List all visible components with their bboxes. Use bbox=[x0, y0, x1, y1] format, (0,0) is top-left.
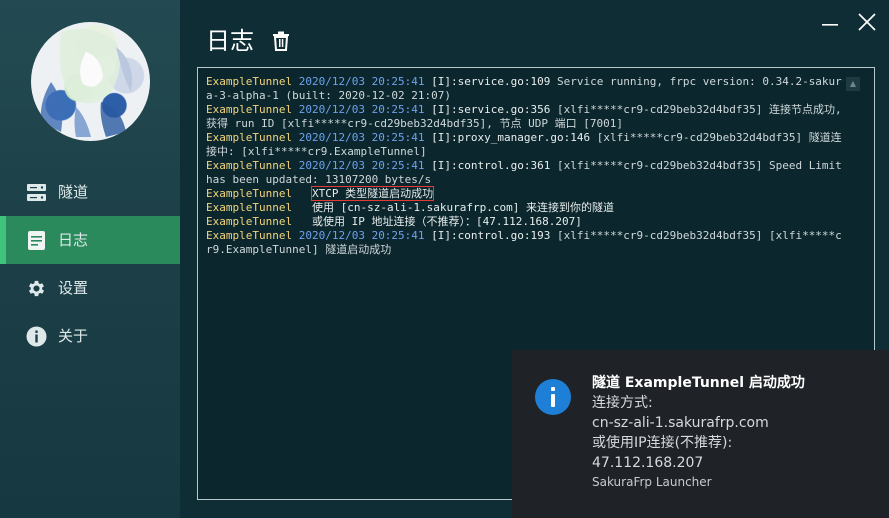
server-icon bbox=[27, 184, 46, 201]
log-source: ExampleTunnel bbox=[206, 215, 293, 228]
avatar-illustration bbox=[40, 28, 132, 137]
log-line: ExampleTunnel XTCP 类型隧道启动成功 bbox=[206, 186, 846, 201]
document-icon bbox=[28, 231, 45, 250]
close-icon[interactable] bbox=[857, 12, 877, 32]
log-source: ExampleTunnel bbox=[206, 103, 293, 116]
log-source: ExampleTunnel bbox=[206, 75, 293, 88]
log-line: ExampleTunnel 2020/12/03 20:25:41 [I]:co… bbox=[206, 229, 846, 257]
sidebar-item-about[interactable]: 关于 bbox=[0, 312, 180, 360]
sidebar-item-label: 设置 bbox=[58, 279, 89, 297]
log-source: ExampleTunnel bbox=[206, 229, 293, 242]
avatar[interactable] bbox=[31, 22, 150, 141]
toast-app-name: SakuraFrp Launcher bbox=[592, 475, 712, 489]
toast-line: 连接方式: bbox=[592, 395, 653, 411]
log-line: ExampleTunnel 2020/12/03 20:25:41 [I]:pr… bbox=[206, 131, 846, 159]
log-level: [I]:control.go:361 bbox=[431, 159, 551, 172]
sidebar-item-tunnels[interactable]: 隧道 bbox=[0, 168, 180, 216]
toast-notification[interactable]: 隧道 ExampleTunnel 启动成功 连接方式: cn-sz-ali-1.… bbox=[512, 350, 889, 518]
toast-body: 连接方式: cn-sz-ali-1.sakurafrp.com 或使用IP连接(… bbox=[592, 393, 769, 473]
sidebar: 隧道 日志 设置 关于 bbox=[0, 0, 180, 518]
sidebar-nav: 隧道 日志 设置 关于 bbox=[0, 168, 180, 360]
log-line: ExampleTunnel 2020/12/03 20:25:41 [I]:co… bbox=[206, 159, 846, 187]
minimize-icon[interactable] bbox=[820, 12, 840, 32]
log-source: ExampleTunnel bbox=[206, 187, 293, 200]
scrollbar-up-arrow[interactable]: ▲ bbox=[846, 77, 860, 91]
gear-icon bbox=[28, 280, 45, 297]
log-level: [I]:service.go:109 bbox=[431, 75, 551, 88]
sidebar-item-settings[interactable]: 设置 bbox=[0, 264, 180, 312]
log-line: ExampleTunnel 2020/12/03 20:25:41 [I]:se… bbox=[206, 103, 846, 131]
toast-line: 或使用IP连接(不推荐): bbox=[592, 435, 733, 451]
log-source: ExampleTunnel bbox=[206, 159, 293, 172]
log-line: ExampleTunnel 2020/12/03 20:25:41 [I]:se… bbox=[206, 75, 846, 103]
sidebar-item-label: 日志 bbox=[58, 231, 89, 249]
log-source: ExampleTunnel bbox=[206, 201, 293, 214]
log-line: ExampleTunnel 或使用 IP 地址连接（不推荐）：[47.112.1… bbox=[206, 215, 846, 229]
info-icon bbox=[26, 326, 47, 347]
log-timestamp: 2020/12/03 20:25:41 bbox=[298, 103, 425, 116]
sidebar-item-logs[interactable]: 日志 bbox=[0, 216, 180, 264]
sidebar-item-label: 隧道 bbox=[58, 183, 89, 201]
log-source: ExampleTunnel bbox=[206, 131, 293, 144]
log-line: ExampleTunnel 使用 [cn-sz-ali-1.sakurafrp.… bbox=[206, 201, 846, 215]
log-message: 或使用 IP 地址连接（不推荐）：[47.112.168.207] bbox=[311, 215, 582, 228]
log-level: [I]:proxy_manager.go:146 bbox=[431, 131, 591, 144]
toast-title: 隧道 ExampleTunnel 启动成功 bbox=[592, 375, 805, 391]
log-timestamp: 2020/12/03 20:25:41 bbox=[298, 75, 425, 88]
log-timestamp: 2020/12/03 20:25:41 bbox=[298, 229, 425, 242]
log-message-highlighted: XTCP 类型隧道启动成功 bbox=[310, 186, 435, 201]
log-level: [I]:control.go:193 bbox=[431, 229, 551, 242]
toast-line: 47.112.168.207 bbox=[592, 455, 704, 471]
toast-line: cn-sz-ali-1.sakurafrp.com bbox=[592, 415, 769, 431]
sidebar-item-label: 关于 bbox=[58, 327, 89, 345]
log-timestamp: 2020/12/03 20:25:41 bbox=[298, 159, 425, 172]
page-title: 日志 bbox=[206, 27, 254, 55]
info-icon bbox=[535, 379, 571, 415]
log-timestamp: 2020/12/03 20:25:41 bbox=[298, 131, 425, 144]
log-message: 使用 [cn-sz-ali-1.sakurafrp.com] 来连接到你的隧道 bbox=[311, 201, 615, 214]
log-level: [I]:service.go:356 bbox=[431, 103, 551, 116]
log-output: ExampleTunnel 2020/12/03 20:25:41 [I]:se… bbox=[206, 75, 846, 257]
trash-icon[interactable] bbox=[272, 31, 290, 51]
